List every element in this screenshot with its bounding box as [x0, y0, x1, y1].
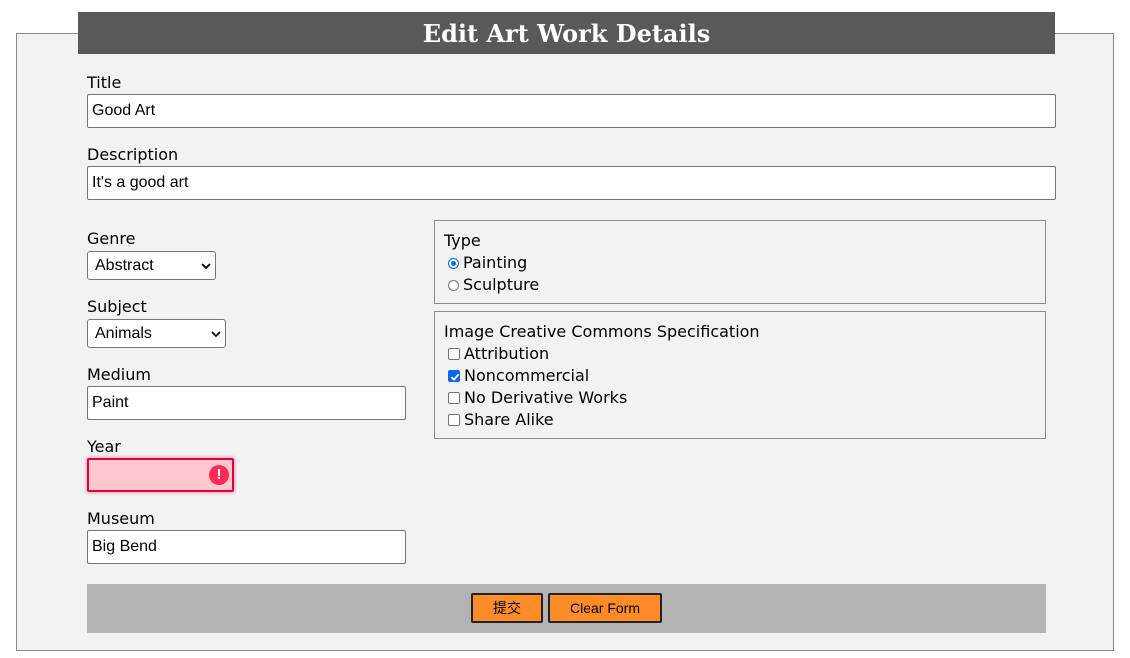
no-derivative-label: No Derivative Works [464, 388, 628, 407]
sculpture-radio[interactable] [448, 279, 459, 291]
year-label: Year [87, 437, 121, 456]
title-label: Title [87, 73, 122, 92]
chevron-down-icon [201, 263, 211, 270]
share-alike-checkbox[interactable] [448, 414, 460, 426]
subject-select[interactable]: Animals [87, 319, 226, 348]
type-legend: Type [444, 231, 481, 250]
museum-label: Museum [87, 509, 155, 528]
attribution-checkbox[interactable] [448, 348, 460, 360]
medium-label: Medium [87, 365, 151, 384]
checkmark-icon [450, 373, 460, 381]
museum-input[interactable]: Big Bend [87, 530, 406, 564]
cc-option-attribution[interactable]: Attribution [448, 345, 549, 363]
warning-icon: ! [209, 465, 229, 485]
year-input[interactable]: ! [87, 458, 234, 492]
painting-label: Painting [463, 253, 528, 272]
type-option-sculpture[interactable]: Sculpture [448, 276, 539, 294]
type-option-painting[interactable]: Painting [448, 254, 527, 272]
cc-option-share-alike[interactable]: Share Alike [448, 411, 554, 429]
genre-selected: Abstract [95, 257, 154, 274]
attribution-label: Attribution [464, 344, 550, 363]
description-input[interactable]: It's a good art [87, 166, 1056, 200]
submit-button[interactable]: 提交 [471, 593, 543, 623]
noncommercial-checkbox[interactable] [448, 370, 460, 382]
no-derivative-checkbox[interactable] [448, 392, 460, 404]
cc-option-no-derivative[interactable]: No Derivative Works [448, 389, 627, 407]
sculpture-label: Sculpture [463, 275, 540, 294]
share-alike-label: Share Alike [464, 410, 554, 429]
type-fieldset: Type Painting Sculpture [434, 220, 1046, 304]
genre-select[interactable]: Abstract [87, 251, 216, 280]
cc-fieldset: Image Creative Commons Specification Att… [434, 311, 1046, 439]
page-title: Edit Art Work Details [78, 12, 1055, 54]
medium-input[interactable]: Paint [87, 386, 406, 420]
button-bar: 提交 Clear Form [87, 584, 1046, 633]
painting-radio[interactable] [448, 257, 459, 269]
subject-selected: Animals [95, 325, 152, 342]
title-input[interactable]: Good Art [87, 94, 1056, 128]
cc-legend: Image Creative Commons Specification [444, 322, 760, 341]
genre-label: Genre [87, 229, 136, 248]
subject-label: Subject [87, 297, 147, 316]
description-label: Description [87, 145, 179, 164]
noncommercial-label: Noncommercial [464, 366, 590, 385]
cc-option-noncommercial[interactable]: Noncommercial [448, 367, 589, 385]
clear-form-button[interactable]: Clear Form [548, 593, 662, 623]
chevron-down-icon [211, 331, 221, 338]
